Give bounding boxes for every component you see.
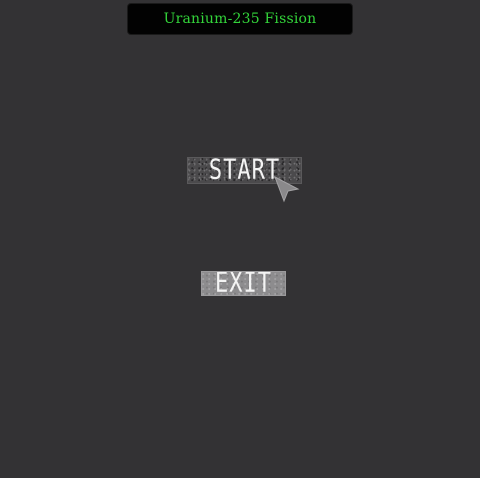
game-title: Uranium-235 Fission [163, 11, 317, 27]
title-bar: Uranium-235 Fission [127, 3, 353, 35]
game-screen: Uranium-235 Fission START EXIT [0, 0, 480, 478]
exit-button[interactable]: EXIT [201, 271, 286, 296]
arrow-pointer-icon [274, 176, 300, 203]
exit-button-label: EXIT [215, 271, 272, 296]
start-button-label: START [208, 157, 281, 184]
